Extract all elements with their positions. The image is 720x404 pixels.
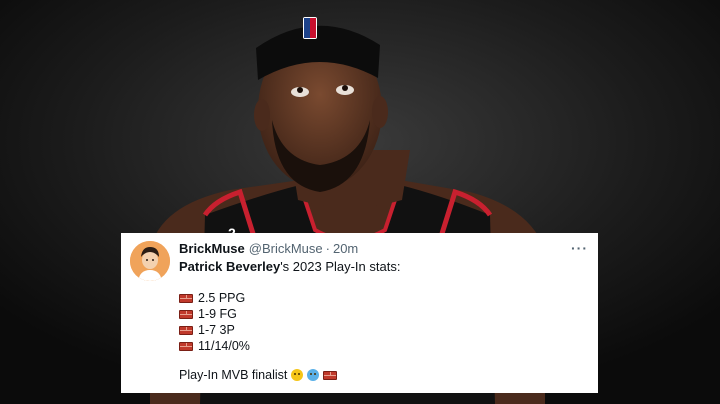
- stat-text: 2.5 PPG: [198, 291, 246, 305]
- cold-face-icon: [307, 369, 320, 381]
- brick-icon: [179, 325, 193, 335]
- stat-line: 2.5 PPG: [179, 290, 586, 306]
- finalist-line: Play-In MVB finalist: [179, 368, 586, 382]
- brick-icon: [179, 309, 193, 319]
- stat-text: 1-7 3P: [198, 323, 235, 337]
- tweet-intro: Patrick Beverley's 2023 Play-In stats:: [179, 259, 586, 275]
- avatar[interactable]: [130, 241, 170, 281]
- tweet-card[interactable]: BrickMuse @BrickMuse · 20m Patrick Bever…: [121, 233, 598, 393]
- stats-list: 2.5 PPG 1-9 FG 1-7 3P 11/14/0%: [179, 290, 586, 354]
- brick-icon: [179, 293, 193, 303]
- tweet-header: BrickMuse @BrickMuse · 20m: [179, 241, 586, 257]
- timestamp[interactable]: 20m: [333, 241, 358, 257]
- brick-icon: [179, 341, 193, 351]
- avatar-illustration: [130, 241, 170, 281]
- intro-suffix: 's 2023 Play-In stats:: [280, 259, 401, 274]
- stat-text: 1-9 FG: [198, 307, 237, 321]
- stat-text: 11/14/0%: [198, 339, 250, 353]
- stat-line: 1-9 FG: [179, 306, 586, 322]
- stat-line: 11/14/0%: [179, 338, 586, 354]
- stat-line: 1-7 3P: [179, 322, 586, 338]
- more-options-icon[interactable]: ···: [571, 240, 588, 256]
- finalist-text: Play-In MVB finalist: [179, 368, 288, 382]
- player-name: Patrick Beverley: [179, 259, 281, 274]
- display-name[interactable]: BrickMuse: [179, 241, 245, 257]
- separator-dot: ·: [325, 241, 330, 256]
- brick-icon: [323, 370, 338, 380]
- tweet-body: BrickMuse @BrickMuse · 20m Patrick Bever…: [179, 241, 586, 382]
- face-with-steam-icon: [291, 369, 304, 381]
- user-handle[interactable]: @BrickMuse: [249, 241, 323, 257]
